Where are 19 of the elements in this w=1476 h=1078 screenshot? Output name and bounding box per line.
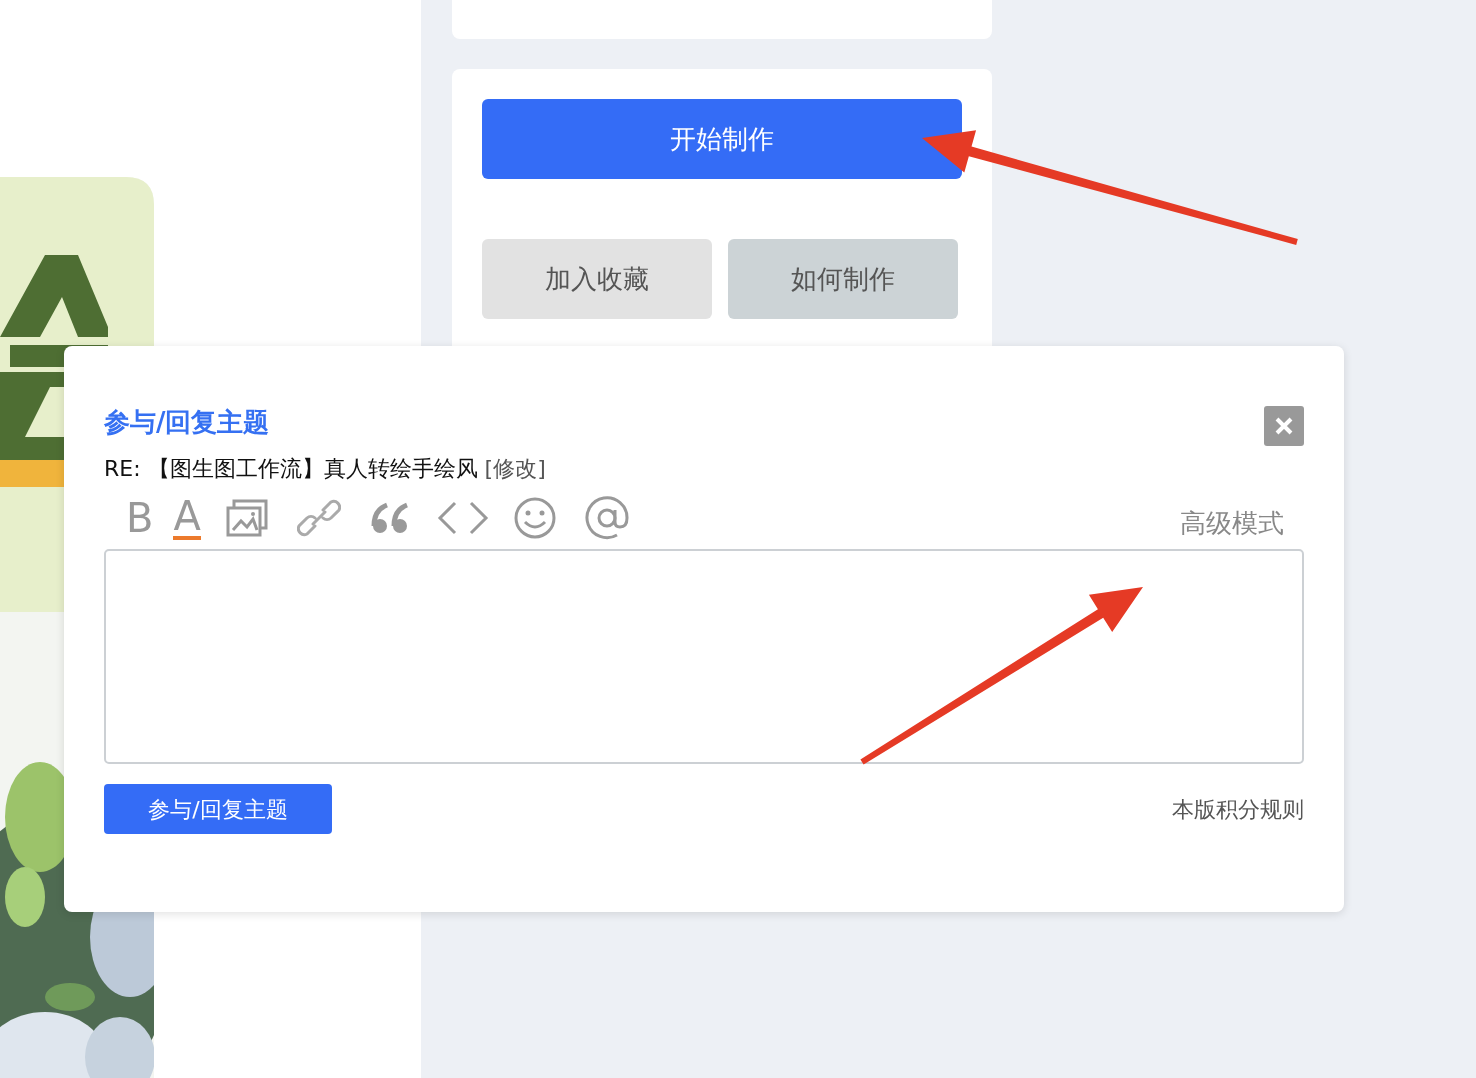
code-icon[interactable] [436,500,489,536]
bold-button[interactable]: B [126,496,154,540]
start-button[interactable]: 开始制作 [482,99,962,179]
dialog-title: 参与/回复主题 [104,406,270,439]
favorite-button[interactable]: 加入收藏 [482,239,712,319]
image-icon[interactable] [224,498,269,538]
subject-line: RE: 【图生图工作流】真人转绘手绘风 [修改] [104,455,547,483]
close-button[interactable] [1264,406,1304,446]
at-sign-icon[interactable] [583,496,630,540]
close-icon[interactable] [1274,416,1294,436]
rules-link[interactable]: 本版积分规则 [1172,792,1304,826]
how-to-button[interactable]: 如何制作 [728,239,958,319]
reply-textarea[interactable] [104,549,1304,764]
smiley-icon[interactable] [512,496,557,540]
advanced-mode-link[interactable]: 高级模式 [1180,504,1284,543]
edit-link[interactable]: [修改] [484,456,546,481]
text-color-button[interactable]: A [173,496,201,540]
submit-button[interactable]: 参与/回复主题 [104,784,332,834]
quote-icon[interactable] [370,500,411,536]
